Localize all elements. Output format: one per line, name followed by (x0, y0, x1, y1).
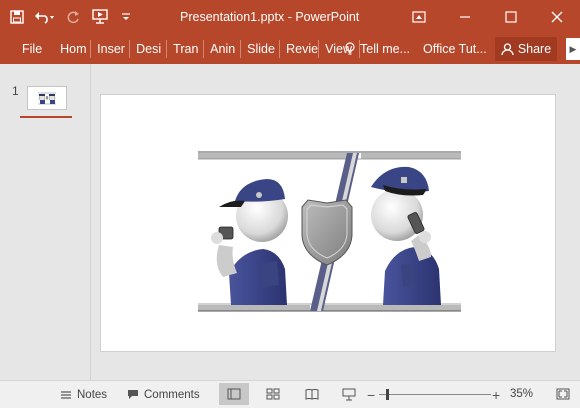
tell-me-search[interactable]: Tell me... (345, 34, 410, 64)
notes-icon (60, 390, 72, 400)
ribbon-scroll-right-button[interactable]: ▶ (566, 38, 580, 60)
share-button[interactable]: Share (495, 37, 557, 61)
notes-label: Notes (77, 388, 108, 401)
zoom-percent[interactable]: 35% (510, 381, 533, 408)
tab-insert[interactable]: Inser (91, 34, 129, 64)
zoom-slider-thumb[interactable] (386, 389, 390, 400)
tab-home[interactable]: Hom (54, 34, 90, 64)
share-label: Share (517, 42, 552, 56)
close-icon[interactable] (534, 0, 580, 34)
maximize-icon[interactable] (488, 0, 534, 34)
slide-sorter-icon (266, 388, 280, 400)
save-icon[interactable] (4, 0, 30, 34)
notes-button[interactable]: Notes (60, 381, 107, 408)
slide-show-icon (342, 388, 356, 401)
comments-label: Comments (144, 388, 200, 401)
customize-qat-icon[interactable] (116, 0, 136, 34)
office-tutorials-link[interactable]: Office Tut... (423, 34, 487, 64)
normal-view-button[interactable] (219, 383, 249, 405)
ribbon-display-options-icon[interactable] (396, 0, 442, 34)
status-bar: Notes Comments − + 35% (0, 380, 580, 408)
tab-transitions[interactable]: Tran (167, 34, 203, 64)
person-icon (501, 42, 514, 56)
police-officers-clipart[interactable] (101, 95, 555, 351)
quick-access-toolbar (0, 0, 136, 34)
plus-icon: + (492, 386, 501, 403)
zoom-in-button[interactable]: + (492, 381, 500, 408)
zoom-slider-track[interactable] (379, 394, 491, 395)
chevron-right-icon: ▶ (569, 43, 577, 54)
tab-review[interactable]: Revie (280, 34, 318, 64)
minimize-icon[interactable] (442, 0, 488, 34)
slide-sorter-button[interactable] (258, 383, 288, 405)
slide-thumbnail[interactable] (27, 86, 67, 110)
tab-design[interactable]: Desi (130, 34, 166, 64)
tab-slideshow[interactable]: Slide (241, 34, 279, 64)
slide-thumbnail-pane[interactable]: 1 (0, 64, 91, 380)
officer-right (371, 166, 441, 305)
window-controls (396, 0, 580, 34)
lightbulb-icon (345, 42, 355, 56)
undo-icon[interactable] (30, 0, 60, 34)
slide-show-button[interactable] (334, 383, 364, 405)
selected-slide-indicator (20, 116, 72, 118)
tab-file[interactable]: File (0, 34, 54, 64)
redo-icon[interactable] (60, 0, 86, 34)
normal-view-icon (227, 388, 241, 400)
slide-number: 1 (12, 84, 19, 98)
zoom-out-button[interactable]: − (367, 381, 375, 408)
officer-left (211, 179, 288, 305)
reading-view-icon (305, 388, 319, 400)
fit-to-window-icon (556, 388, 570, 400)
comment-icon (127, 389, 139, 400)
present-from-start-icon[interactable] (86, 0, 116, 34)
fit-to-window-button[interactable] (548, 383, 578, 405)
title-bar: Presentation1.pptx - PowerPoint (0, 0, 580, 34)
ribbon-tab-bar: File Hom Inser Desi Tran Anin Slide Revi… (0, 34, 580, 64)
tell-me-label: Tell me... (360, 42, 411, 56)
comments-button[interactable]: Comments (127, 381, 200, 408)
minus-icon: − (367, 386, 376, 403)
tab-animations[interactable]: Anin (204, 34, 240, 64)
reading-view-button[interactable] (297, 383, 327, 405)
window-title: Presentation1.pptx - PowerPoint (180, 10, 360, 24)
slide-canvas[interactable] (100, 94, 556, 352)
